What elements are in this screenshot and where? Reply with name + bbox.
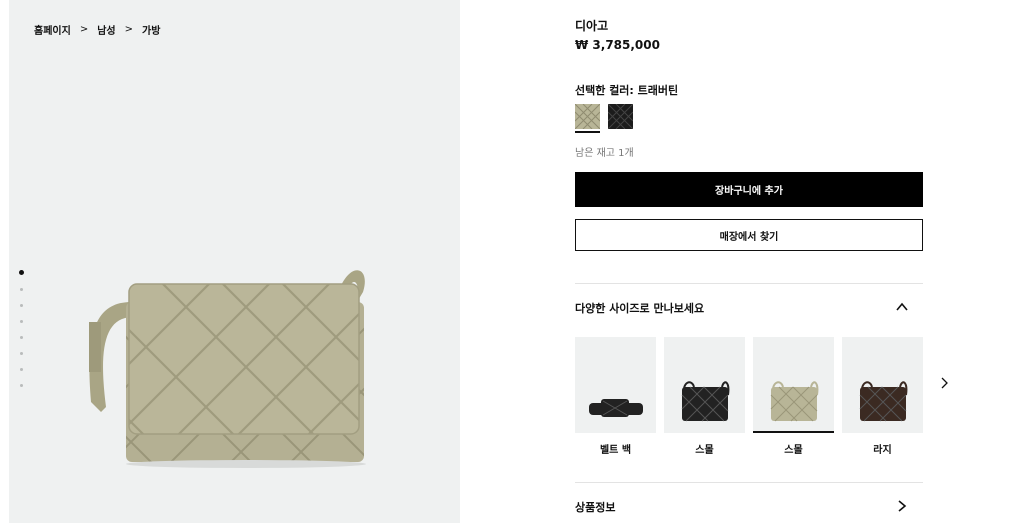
product-info-title[interactable]: 상품정보 bbox=[575, 499, 615, 515]
selected-color-label: 선택한 컬러: 트래버틴 bbox=[575, 84, 679, 97]
color-swatch[interactable] bbox=[574, 103, 601, 133]
swatch-texture bbox=[574, 103, 601, 130]
size-option-label: 벨트 백 bbox=[599, 445, 632, 456]
breadcrumb-home[interactable]: 홈페이지 bbox=[34, 22, 71, 37]
product-gallery[interactable]: 홈페이지 > 남성 > 가방 bbox=[9, 0, 460, 523]
swatch-texture bbox=[607, 103, 634, 130]
gallery-dot[interactable] bbox=[19, 270, 24, 275]
stock-status: 남은 재고 1개 bbox=[575, 148, 634, 159]
bag-thumbnail bbox=[681, 381, 730, 422]
breadcrumb: 홈페이지 > 남성 > 가방 bbox=[34, 22, 160, 37]
color-swatches bbox=[574, 103, 634, 133]
product-image bbox=[89, 270, 366, 468]
product-price: ₩ 3,785,000 bbox=[575, 38, 660, 52]
gallery-dot[interactable] bbox=[20, 368, 23, 371]
size-option-image bbox=[842, 337, 923, 433]
breadcrumb-separator: > bbox=[124, 24, 133, 35]
size-option-label: 스몰 bbox=[695, 445, 714, 456]
gallery-dot[interactable] bbox=[20, 320, 23, 323]
size-option[interactable]: 스몰 bbox=[664, 337, 745, 456]
gallery-dot[interactable] bbox=[20, 288, 23, 291]
size-option[interactable]: 라지 bbox=[842, 337, 923, 456]
divider bbox=[575, 283, 923, 284]
product-name: 디아고 bbox=[575, 19, 609, 33]
sizes-section-title: 다양한 사이즈로 만나보세요 bbox=[575, 302, 705, 315]
gallery-dot[interactable] bbox=[20, 352, 23, 355]
divider bbox=[575, 482, 923, 483]
size-option-image bbox=[575, 337, 656, 433]
chevron-right-icon[interactable] bbox=[895, 499, 909, 513]
breadcrumb-bags[interactable]: 가방 bbox=[142, 22, 160, 37]
find-in-store-button[interactable]: 매장에서 찾기 bbox=[575, 219, 923, 251]
size-carousel-next-icon[interactable] bbox=[938, 376, 952, 390]
breadcrumb-separator: > bbox=[79, 24, 89, 35]
gallery-pagination bbox=[19, 270, 24, 400]
size-option[interactable]: 벨트 백 bbox=[575, 337, 656, 456]
bag-thumbnail bbox=[589, 399, 643, 417]
color-swatch[interactable] bbox=[607, 103, 634, 130]
size-option-image bbox=[753, 337, 834, 433]
bag-thumbnail bbox=[859, 381, 908, 422]
size-option[interactable]: 스몰 bbox=[753, 337, 834, 456]
gallery-dot[interactable] bbox=[20, 336, 23, 339]
product-page: 홈페이지 > 남성 > 가방 디아고 ₩ 3,785,000 선택한 컬러: 트… bbox=[0, 0, 1024, 523]
size-option-image bbox=[664, 337, 745, 433]
size-options: 벨트 백 스몰 스몰 라지 bbox=[575, 337, 923, 456]
chevron-up-icon[interactable] bbox=[895, 300, 909, 314]
add-to-cart-button[interactable]: 장바구니에 추가 bbox=[575, 172, 923, 207]
size-option-label: 라지 bbox=[873, 445, 892, 456]
bag-thumbnail bbox=[770, 381, 819, 422]
breadcrumb-men[interactable]: 남성 bbox=[97, 22, 115, 37]
gallery-dot[interactable] bbox=[20, 384, 23, 387]
size-option-label: 스몰 bbox=[784, 445, 803, 456]
gallery-dot[interactable] bbox=[20, 304, 23, 307]
